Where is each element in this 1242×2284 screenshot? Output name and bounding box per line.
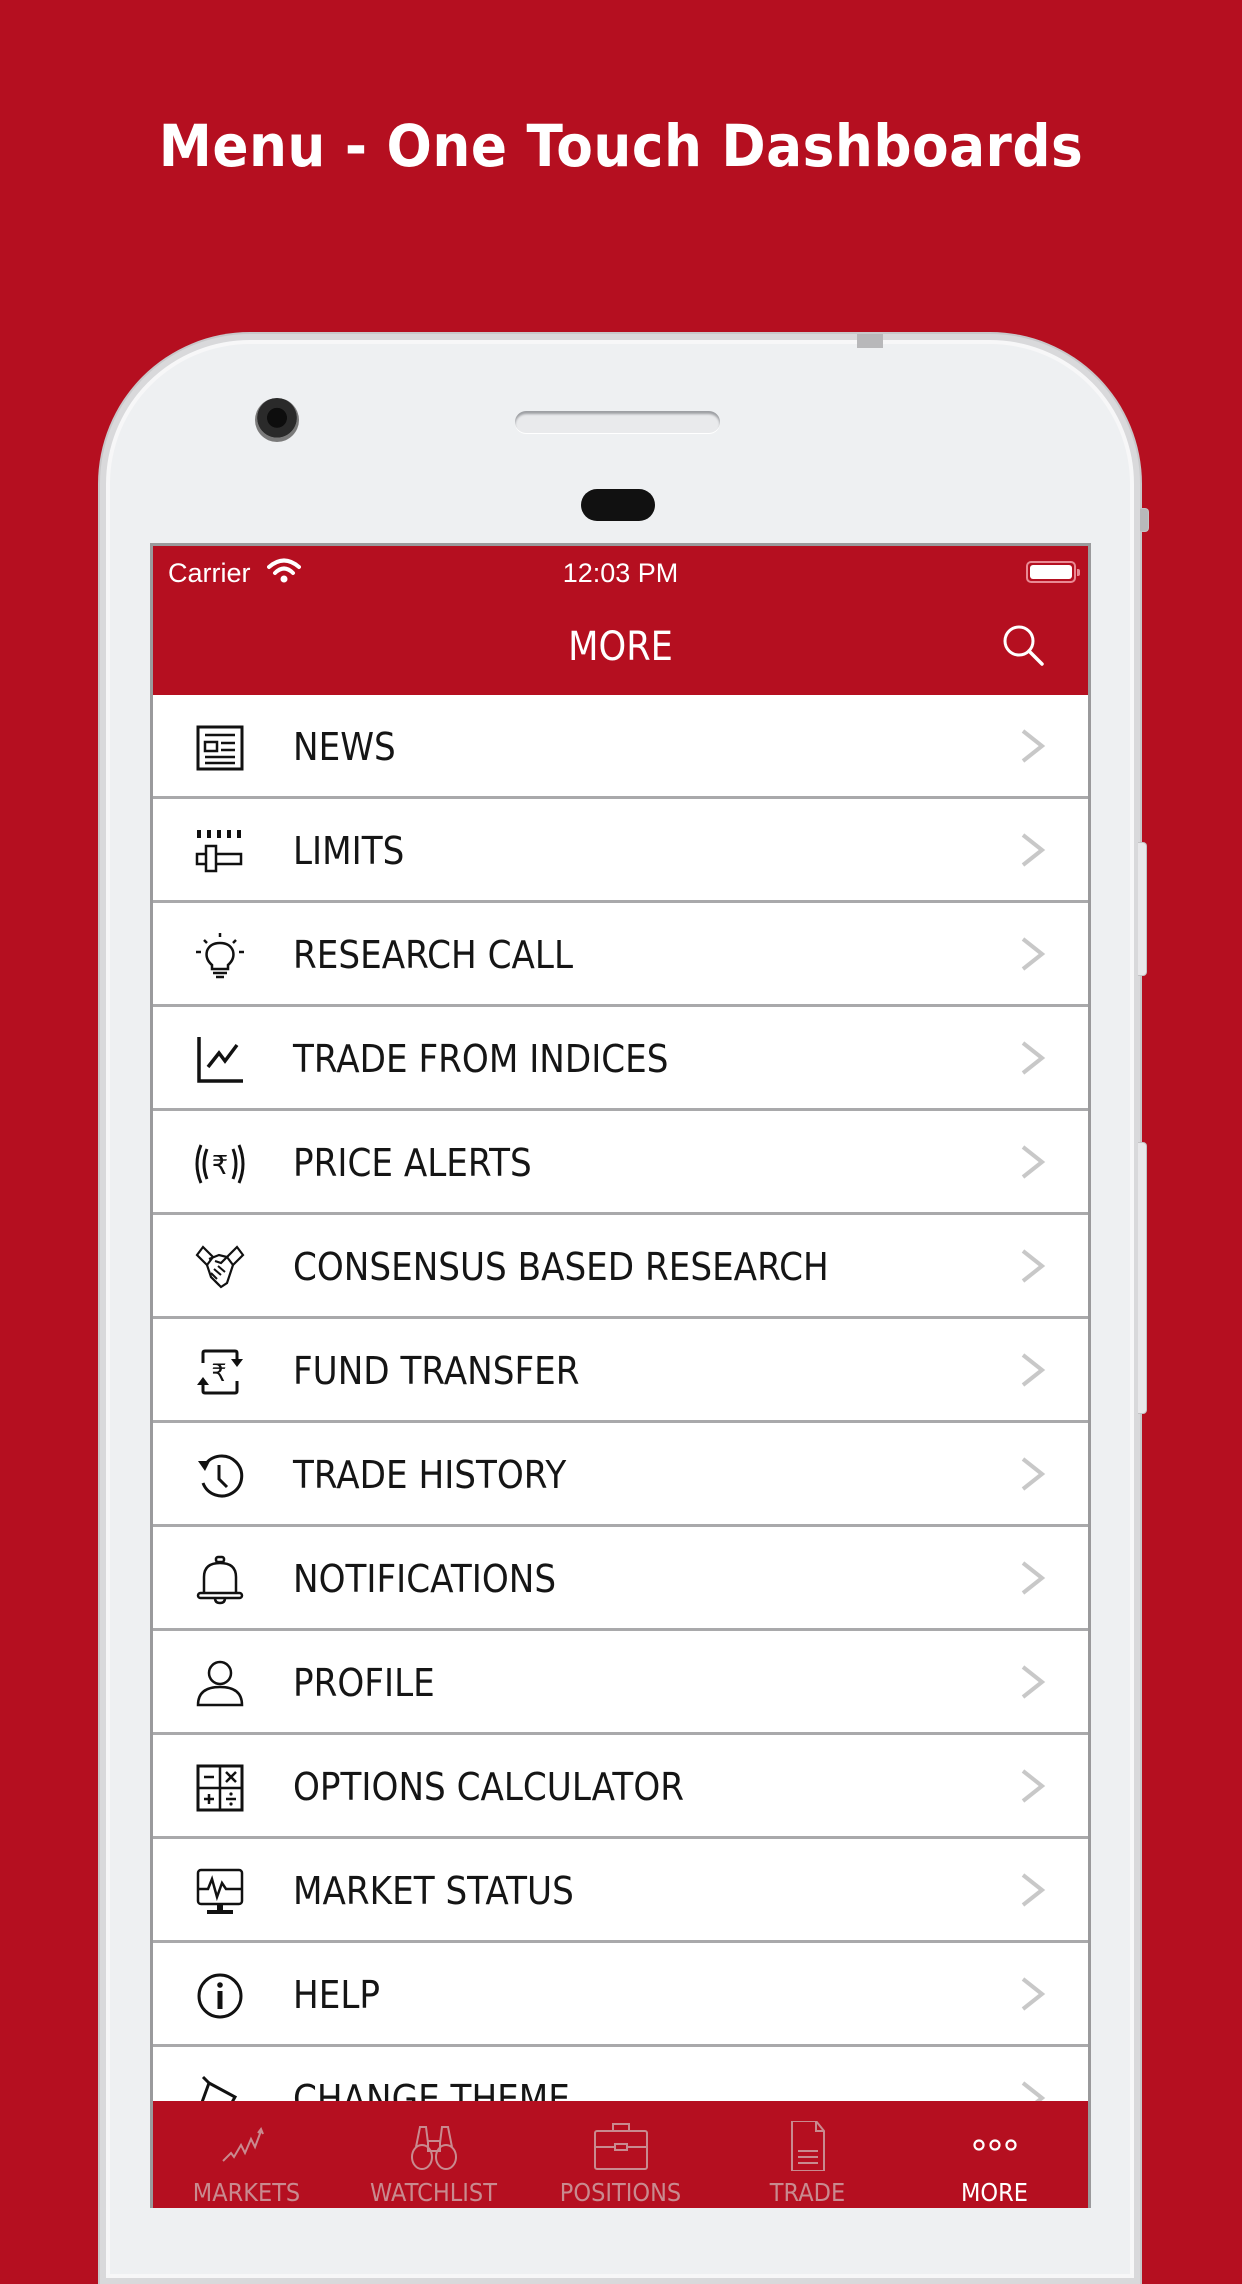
chevron-right-icon <box>1021 1561 1046 1595</box>
info-icon <box>197 1973 243 2019</box>
binoculars-icon <box>410 2126 457 2170</box>
phone-camera <box>255 398 299 442</box>
chevron-right-icon <box>1021 1665 1046 1699</box>
briefcase-icon <box>593 2123 648 2170</box>
handshake-icon <box>195 1245 245 1289</box>
menu-item-label: OPTIONS CALCULATOR <box>293 1765 685 1809</box>
search-icon[interactable] <box>1000 622 1046 668</box>
tab-more[interactable]: MORE <box>901 2101 1088 2208</box>
page-headline: Menu - One Touch Dashboards <box>158 112 1084 180</box>
calculator-icon <box>196 1764 244 1812</box>
menu-item-notifications[interactable]: NOTIFICATIONS <box>153 1527 1088 1631</box>
tab-label: WATCHLIST <box>370 2178 497 2207</box>
document-icon <box>790 2121 825 2171</box>
chevron-right-icon <box>1021 1873 1046 1907</box>
svg-text:₹: ₹ <box>211 1359 226 1387</box>
svg-text:₹: ₹ <box>212 1151 229 1181</box>
chevron-right-icon <box>1021 1353 1046 1387</box>
chevron-right-icon <box>1021 937 1046 971</box>
tab-trade[interactable]: TRADE <box>714 2101 901 2208</box>
app-screen: Carrier 12:03 PM MORE NEWS LIMITS RESEAR… <box>150 543 1091 2208</box>
history-icon <box>198 1454 244 1498</box>
menu-item-label: CONSENSUS BASED RESEARCH <box>293 1245 829 1289</box>
menu-item-label: TRADE HISTORY <box>293 1453 567 1497</box>
menu-item-research-call[interactable]: RESEARCH CALL <box>153 903 1088 1007</box>
chevron-right-icon <box>1021 1249 1046 1283</box>
status-bar: Carrier 12:03 PM <box>153 546 1088 600</box>
phone-power-button <box>857 334 883 348</box>
user-icon <box>196 1660 244 1707</box>
menu-item-label: PRICE ALERTS <box>293 1141 532 1185</box>
page-title: MORE <box>568 624 673 670</box>
limits-slider-icon <box>195 830 243 873</box>
menu-item-label: NOTIFICATIONS <box>293 1557 557 1601</box>
markets-chart-icon <box>221 2126 264 2162</box>
chevron-right-icon <box>1021 1145 1046 1179</box>
newspaper-icon <box>196 725 244 771</box>
tab-label: TRADE <box>769 2178 846 2207</box>
chevron-right-icon <box>1021 1041 1046 1075</box>
rupee-alert-icon: ₹ <box>195 1144 245 1184</box>
chevron-right-icon <box>1021 729 1046 763</box>
phone-volume-button <box>1138 842 1147 976</box>
menu-item-label: MARKET STATUS <box>293 1869 574 1913</box>
menu-item-news[interactable]: NEWS <box>153 695 1088 799</box>
menu-item-limits[interactable]: LIMITS <box>153 799 1088 903</box>
menu-item-price-alerts[interactable]: ₹ PRICE ALERTS <box>153 1111 1088 1215</box>
menu-item-label: LIMITS <box>293 829 405 873</box>
menu-item-trade-from-indices[interactable]: TRADE FROM INDICES <box>153 1007 1088 1111</box>
rupee-transfer-icon: ₹ <box>197 1349 243 1395</box>
tab-watchlist[interactable]: WATCHLIST <box>340 2101 527 2208</box>
tab-bar: MARKETS WATCHLIST POSITIONS TRADE MORE <box>153 2101 1088 2208</box>
lightbulb-icon <box>196 933 244 979</box>
chevron-right-icon <box>1021 833 1046 867</box>
menu-item-fund-transfer[interactable]: ₹ FUND TRANSFER <box>153 1319 1088 1423</box>
menu-item-trade-history[interactable]: TRADE HISTORY <box>153 1423 1088 1527</box>
tab-markets[interactable]: MARKETS <box>153 2101 340 2208</box>
menu-item-help[interactable]: HELP <box>153 1943 1088 2047</box>
more-dots-icon <box>972 2139 1017 2151</box>
menu-item-label: NEWS <box>293 725 396 769</box>
line-chart-icon <box>197 1037 243 1083</box>
monitor-pulse-icon <box>196 1868 244 1914</box>
tab-label: POSITIONS <box>559 2178 682 2207</box>
nav-bar: MORE <box>153 600 1088 695</box>
chevron-right-icon <box>1021 1457 1046 1491</box>
status-time: 12:03 PM <box>562 558 679 588</box>
phone-sensor <box>581 489 655 521</box>
menu-item-profile[interactable]: PROFILE <box>153 1631 1088 1735</box>
phone-speaker <box>515 411 720 433</box>
tab-label: MORE <box>961 2178 1028 2207</box>
menu-item-consensus-based-research[interactable]: CONSENSUS BASED RESEARCH <box>153 1215 1088 1319</box>
phone-side-notch <box>1140 508 1149 532</box>
bell-icon <box>196 1555 244 1605</box>
tab-label: MARKETS <box>192 2178 301 2207</box>
tab-positions[interactable]: POSITIONS <box>527 2101 714 2208</box>
menu-item-options-calculator[interactable]: OPTIONS CALCULATOR <box>153 1735 1088 1839</box>
phone-side-button <box>1138 1142 1147 1414</box>
menu-item-label: RESEARCH CALL <box>293 933 573 977</box>
menu-list: NEWS LIMITS RESEARCH CALL TRADE FROM IND… <box>153 695 1088 2151</box>
chevron-right-icon <box>1021 1769 1046 1803</box>
menu-item-label: PROFILE <box>293 1661 435 1705</box>
battery-icon <box>1026 561 1080 583</box>
chevron-right-icon <box>1021 1977 1046 2011</box>
menu-item-label: TRADE FROM INDICES <box>293 1037 669 1081</box>
menu-item-label: HELP <box>293 1973 381 2017</box>
menu-item-market-status[interactable]: MARKET STATUS <box>153 1839 1088 1943</box>
menu-item-label: FUND TRANSFER <box>293 1349 580 1393</box>
